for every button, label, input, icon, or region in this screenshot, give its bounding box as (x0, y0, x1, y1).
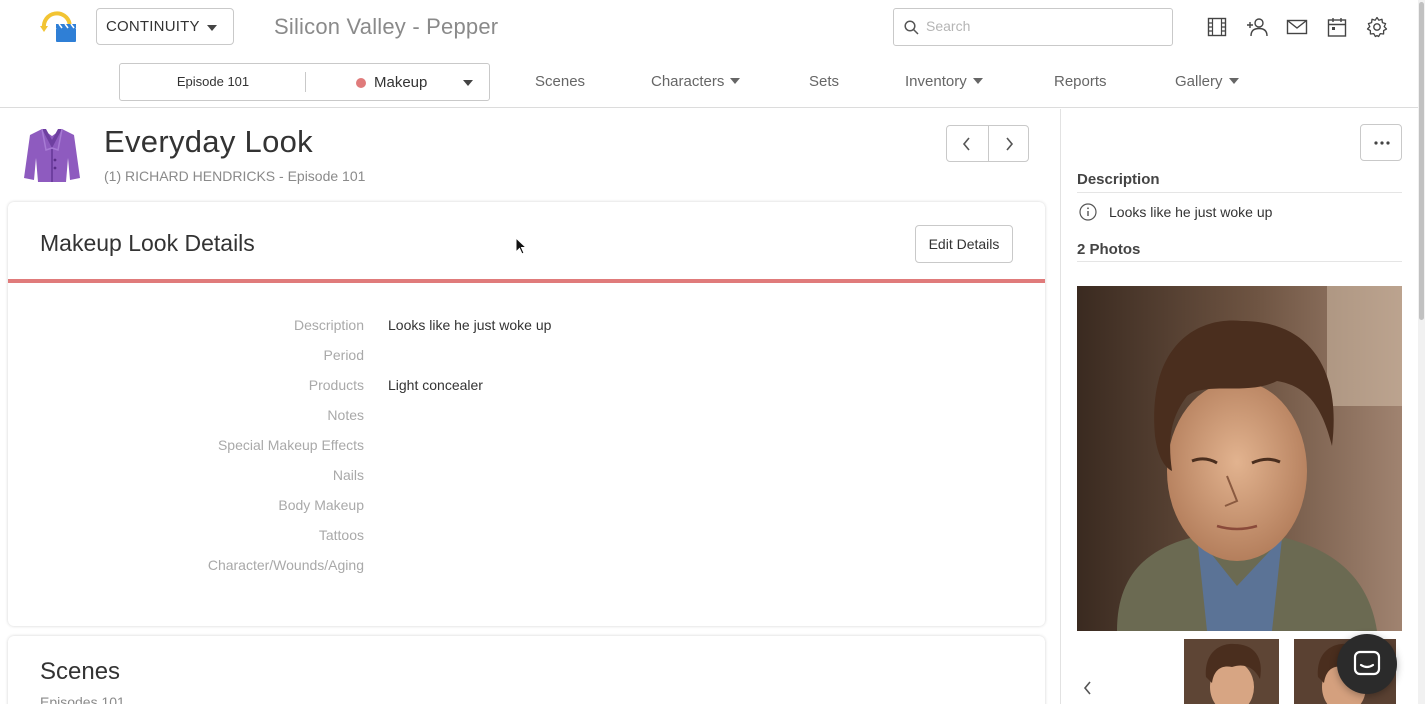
nav-inventory[interactable]: Inventory (905, 73, 983, 90)
nav-reports-label: Reports (1054, 73, 1107, 90)
field-label-period: Period (323, 347, 364, 363)
page-title: Everyday Look (104, 124, 313, 159)
mail-icon[interactable] (1286, 16, 1308, 38)
department-accent-line (8, 279, 1045, 283)
mouse-cursor-icon (515, 236, 528, 260)
app-switcher-label: CONTINUITY (106, 18, 200, 35)
chat-launcher-button[interactable] (1337, 634, 1397, 694)
calendar-icon[interactable] (1326, 16, 1348, 38)
nav-reports[interactable]: Reports (1054, 73, 1107, 90)
jacket-icon (22, 126, 82, 189)
scrollbar-thumb[interactable] (1419, 2, 1424, 320)
info-icon (1079, 203, 1097, 226)
chevron-right-icon (1006, 137, 1014, 151)
divider (305, 72, 306, 92)
film-icon[interactable] (1206, 16, 1228, 38)
chat-icon (1353, 650, 1381, 676)
top-bar: CONTINUITY Silicon Valley - Pepper Episo… (0, 0, 1418, 108)
page-subtitle: (1) RICHARD HENDRICKS - Episode 101 (104, 168, 366, 184)
look-pager (946, 125, 1029, 162)
previous-look-button[interactable] (947, 126, 988, 161)
scenes-card: Scenes Episodes 101 (8, 636, 1045, 704)
nav-scenes[interactable]: Scenes (535, 73, 585, 90)
field-label-description: Description (293, 317, 364, 333)
chevron-down-icon[interactable] (463, 80, 473, 86)
card-title: Makeup Look Details (40, 230, 255, 256)
field-label-nails: Nails (332, 467, 364, 483)
nav-gallery-label: Gallery (1175, 73, 1223, 90)
nav-characters[interactable]: Characters (651, 73, 741, 90)
search-input[interactable] (926, 18, 1166, 34)
nav-gallery[interactable]: Gallery (1175, 73, 1239, 90)
chevron-left-icon[interactable] (1083, 681, 1093, 700)
field-label-products: Products (308, 377, 364, 393)
photo-thumbnail[interactable] (1184, 639, 1279, 704)
nav-sets[interactable]: Sets (809, 73, 839, 90)
edit-details-button[interactable]: Edit Details (915, 225, 1013, 263)
field-label-notes: Notes (327, 407, 364, 423)
field-label-tattoos: Tattoos (318, 527, 364, 543)
chevron-down-icon (207, 25, 217, 31)
scenes-subtitle: Episodes 101 (40, 694, 125, 704)
chevron-down-icon (972, 78, 983, 84)
department-selector[interactable]: Makeup (374, 74, 427, 91)
ellipsis-icon (1374, 141, 1390, 145)
nav-characters-label: Characters (651, 73, 725, 90)
look-header: Everyday Look (1) RICHARD HENDRICKS - Ep… (0, 110, 1058, 205)
app-switcher-dropdown[interactable]: CONTINUITY (96, 8, 234, 45)
chevron-left-icon (962, 137, 970, 151)
field-value-description: Looks like he just woke up (388, 317, 552, 333)
continuity-logo-icon[interactable] (38, 8, 78, 44)
nav-scenes-label: Scenes (535, 73, 586, 90)
chevron-down-icon (1228, 78, 1239, 84)
description-heading: Description (1077, 171, 1160, 188)
divider (1077, 192, 1402, 193)
project-title: Silicon Valley - Pepper (274, 14, 499, 39)
add-user-icon[interactable] (1246, 16, 1268, 38)
department-color-dot (356, 78, 366, 88)
photos-heading: 2 Photos (1077, 241, 1141, 258)
divider (1077, 261, 1402, 262)
search-icon (904, 20, 919, 40)
nav-sets-label: Sets (809, 73, 840, 90)
more-options-button[interactable] (1360, 124, 1402, 161)
episode-selector[interactable]: Episode 101 (120, 64, 306, 100)
makeup-look-details-card: Makeup Look Details Edit Details Descrip… (8, 202, 1045, 626)
chevron-down-icon (730, 78, 741, 84)
next-look-button[interactable] (989, 126, 1030, 161)
main-photo[interactable] (1077, 286, 1402, 631)
field-value-products: Light concealer (388, 377, 483, 393)
gear-icon[interactable] (1366, 16, 1388, 38)
field-label-special-makeup-effects: Special Makeup Effects (217, 437, 364, 453)
side-description-text: Looks like he just woke up (1109, 204, 1273, 220)
page-scrollbar[interactable] (1418, 0, 1425, 704)
side-panel: Description Looks like he just woke up 2… (1060, 109, 1418, 704)
episode-department-selector[interactable]: Episode 101 Makeup (119, 63, 490, 101)
search-box[interactable] (893, 8, 1173, 46)
field-label-character-wounds-aging: Character/Wounds/Aging (207, 557, 364, 573)
nav-inventory-label: Inventory (905, 73, 967, 90)
field-label-body-makeup: Body Makeup (278, 497, 364, 513)
scenes-title: Scenes (40, 658, 121, 685)
